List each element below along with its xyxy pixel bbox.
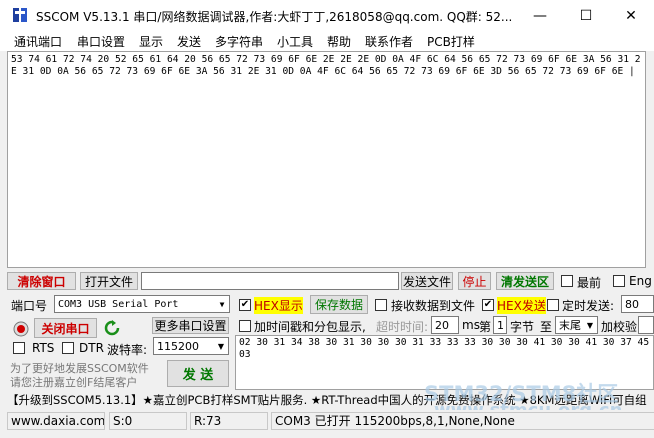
last-checkbox[interactable] — [561, 275, 573, 287]
menu-contact-author[interactable]: 联系作者 — [365, 33, 413, 50]
maximize-button[interactable]: ☐ — [563, 0, 609, 31]
menu-pcb-proof[interactable]: PCB打样 — [427, 33, 475, 50]
status-received-count: R:73 — [190, 412, 268, 430]
byte-label: 字节 — [510, 320, 535, 334]
close-port-button[interactable]: 关闭串口 — [34, 318, 97, 338]
port-select-value: COM3 USB Serial Port — [58, 298, 179, 310]
menu-tools[interactable]: 小工具 — [277, 33, 313, 50]
checksum-select[interactable] — [638, 316, 654, 334]
minimize-button[interactable]: — — [517, 0, 563, 31]
checksum-label: 加校验 — [601, 320, 638, 334]
clear-window-button[interactable]: 清除窗口 — [7, 272, 76, 290]
status-website-link[interactable]: www.daxia.com — [7, 412, 105, 430]
hex-send-checkbox[interactable]: ✔ — [482, 299, 494, 311]
stop-button[interactable]: 停止 — [458, 272, 491, 290]
chevron-down-icon: ▼ — [219, 299, 225, 309]
open-file-button[interactable]: 打开文件 — [80, 272, 138, 290]
baud-label: 波特率: — [107, 343, 148, 357]
eng-label: Eng — [629, 274, 652, 288]
chevron-down-icon: ▼ — [586, 320, 594, 330]
promo-line-2: 请您注册嘉立创F结尾客户 — [10, 376, 138, 389]
end-select-value: 末尾 — [559, 319, 581, 332]
recv-to-file-checkbox[interactable] — [375, 299, 387, 311]
chevron-down-icon: ▼ — [217, 341, 225, 351]
menu-multi-string[interactable]: 多字符串 — [215, 33, 263, 50]
dtr-label: DTR — [79, 341, 104, 355]
rts-label: RTS — [32, 341, 55, 355]
app-icon — [12, 7, 28, 23]
baud-select[interactable]: 115200 ▼ — [153, 337, 229, 355]
to-label: 至 — [540, 320, 553, 334]
port-status-icon — [13, 321, 29, 337]
rts-checkbox[interactable] — [13, 342, 25, 354]
dtr-checkbox[interactable] — [62, 342, 74, 354]
ms-label: ms — [462, 318, 480, 332]
save-data-button[interactable]: 保存数据 — [310, 295, 368, 314]
receive-area[interactable]: 53 74 61 72 74 20 52 65 61 64 20 56 65 7… — [7, 51, 646, 268]
menu-serial-settings[interactable]: 串口设置 — [77, 33, 125, 50]
timed-interval-input[interactable]: 80 — [621, 295, 654, 313]
timestamp-label: 加时间戳和分包显示, — [254, 320, 366, 334]
status-sent-count: S:0 — [109, 412, 187, 430]
end-select[interactable]: 末尾 ▼ — [555, 316, 598, 334]
index-label: 第 — [479, 320, 492, 334]
send-button[interactable]: 发 送 — [167, 360, 229, 387]
timed-send-label: 定时发送: — [562, 299, 615, 313]
close-button[interactable]: ✕ — [608, 0, 654, 31]
status-port-state: COM3 已打开 115200bps,8,1,None,None — [271, 412, 654, 430]
last-label: 最前 — [577, 276, 602, 290]
timed-send-checkbox[interactable] — [547, 299, 559, 311]
port-select[interactable]: COM3 USB Serial Port ▼ — [54, 295, 230, 313]
hex-display-checkbox[interactable]: ✔ — [239, 299, 251, 311]
timestamp-checkbox[interactable] — [239, 320, 251, 332]
timeout-label: 超时时间: — [376, 320, 429, 334]
port-label: 端口号 — [11, 299, 48, 313]
window-title: SSCOM V5.13.1 串口/网络数据调试器,作者:大虾丁丁,2618058… — [36, 10, 513, 24]
clear-send-button[interactable]: 清发送区 — [496, 272, 554, 290]
start-byte-input[interactable]: 1 — [493, 316, 507, 334]
recv-to-file-label: 接收数据到文件 — [391, 299, 476, 313]
file-path-input[interactable] — [141, 272, 399, 290]
refresh-icon[interactable] — [104, 320, 120, 336]
hex-send-label: HEX发送 — [497, 297, 546, 314]
more-port-settings-button[interactable]: 更多串口设置 — [152, 317, 229, 334]
hex-display-label: HEX显示 — [254, 297, 303, 314]
eng-checkbox[interactable] — [613, 275, 625, 287]
baud-select-value: 115200 — [157, 339, 199, 353]
menu-help[interactable]: 帮助 — [327, 33, 351, 50]
timeout-input[interactable]: 20 — [431, 316, 459, 334]
send-file-button[interactable]: 发送文件 — [401, 272, 453, 290]
menu-comm-port[interactable]: 通讯端口 — [14, 33, 62, 50]
menu-send[interactable]: 发送 — [177, 33, 201, 50]
menu-display[interactable]: 显示 — [139, 33, 163, 50]
